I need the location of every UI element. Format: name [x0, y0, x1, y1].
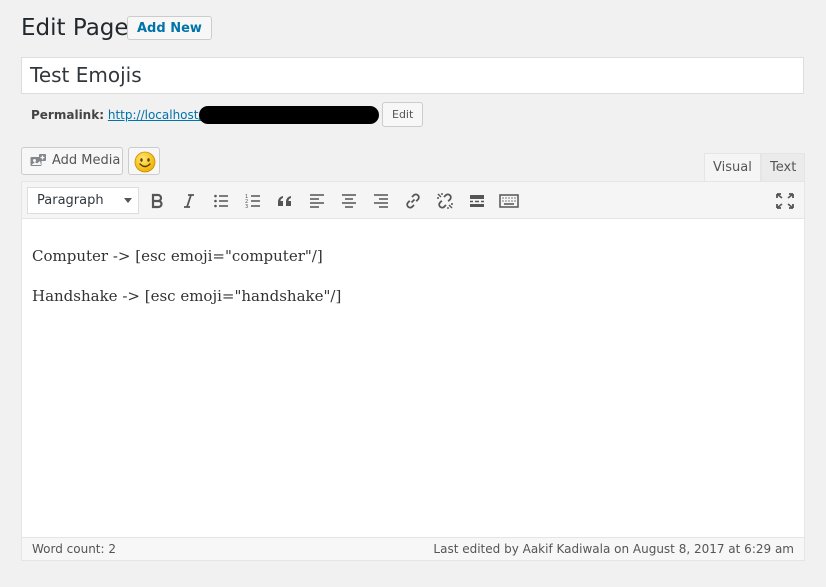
toolbar-toggle-button[interactable]	[496, 188, 522, 214]
redacted-slug	[199, 106, 379, 124]
italic-button[interactable]	[176, 188, 202, 214]
insert-link-icon	[406, 193, 420, 209]
align-center-button[interactable]	[336, 188, 362, 214]
fullscreen-icon	[776, 193, 794, 209]
content-paragraph[interactable]: Computer -> [esc emoji="computer"/]	[32, 246, 323, 266]
chevron-down-icon	[124, 198, 132, 203]
permalink-edit-button[interactable]: Edit	[382, 102, 424, 127]
tab-text[interactable]: Text	[761, 153, 806, 182]
numbered-list-icon: 1 2 3	[245, 194, 260, 209]
bold-icon	[151, 193, 163, 209]
permalink-label: Permalink:	[31, 108, 105, 122]
page-title: Edit Page	[21, 15, 129, 41]
align-left-button[interactable]	[304, 188, 330, 214]
smiley-emoji-icon	[134, 151, 156, 173]
post-title-input[interactable]: Test Emojis	[21, 57, 804, 94]
permalink-link[interactable]: http://localhost/	[108, 108, 203, 122]
last-edited-info: Last edited by Aakif Kadiwala on August …	[433, 542, 794, 556]
align-right-button[interactable]	[368, 188, 394, 214]
read-more-button[interactable]	[464, 188, 490, 214]
numbered-list-button[interactable]: 1 2 3	[240, 188, 266, 214]
format-select-value: Paragraph	[37, 193, 104, 208]
add-media-button[interactable]: Add Media	[21, 147, 123, 175]
align-center-icon	[342, 194, 356, 208]
bulleted-list-icon	[214, 194, 228, 208]
read-more-icon	[470, 195, 484, 207]
italic-icon	[184, 194, 194, 208]
fullscreen-button[interactable]	[772, 188, 798, 214]
editor-content[interactable]	[22, 219, 804, 537]
blockquote-icon	[278, 196, 291, 206]
blockquote-button[interactable]	[272, 188, 298, 214]
content-paragraph[interactable]: Handshake -> [esc emoji="handshake"/]	[32, 286, 341, 306]
align-left-icon	[310, 194, 324, 208]
format-select[interactable]: Paragraph	[27, 187, 139, 214]
toolbar-toggle-icon	[499, 194, 519, 208]
add-new-button[interactable]: Add New	[127, 16, 212, 40]
tab-visual[interactable]: Visual	[704, 153, 761, 183]
bold-button[interactable]	[144, 188, 170, 214]
permalink-row: Permalink: http://localhost/	[31, 106, 203, 124]
word-count: Word count: 2	[32, 542, 117, 556]
add-media-label: Add Media	[52, 153, 121, 168]
align-right-icon	[374, 194, 388, 208]
bulleted-list-button[interactable]	[208, 188, 234, 214]
insert-link-button[interactable]	[400, 188, 426, 214]
remove-link-button[interactable]	[432, 188, 458, 214]
svg-text:3: 3	[245, 204, 248, 209]
add-media-icon	[30, 154, 46, 166]
emoji-button[interactable]	[128, 147, 160, 175]
remove-link-icon	[437, 193, 453, 209]
